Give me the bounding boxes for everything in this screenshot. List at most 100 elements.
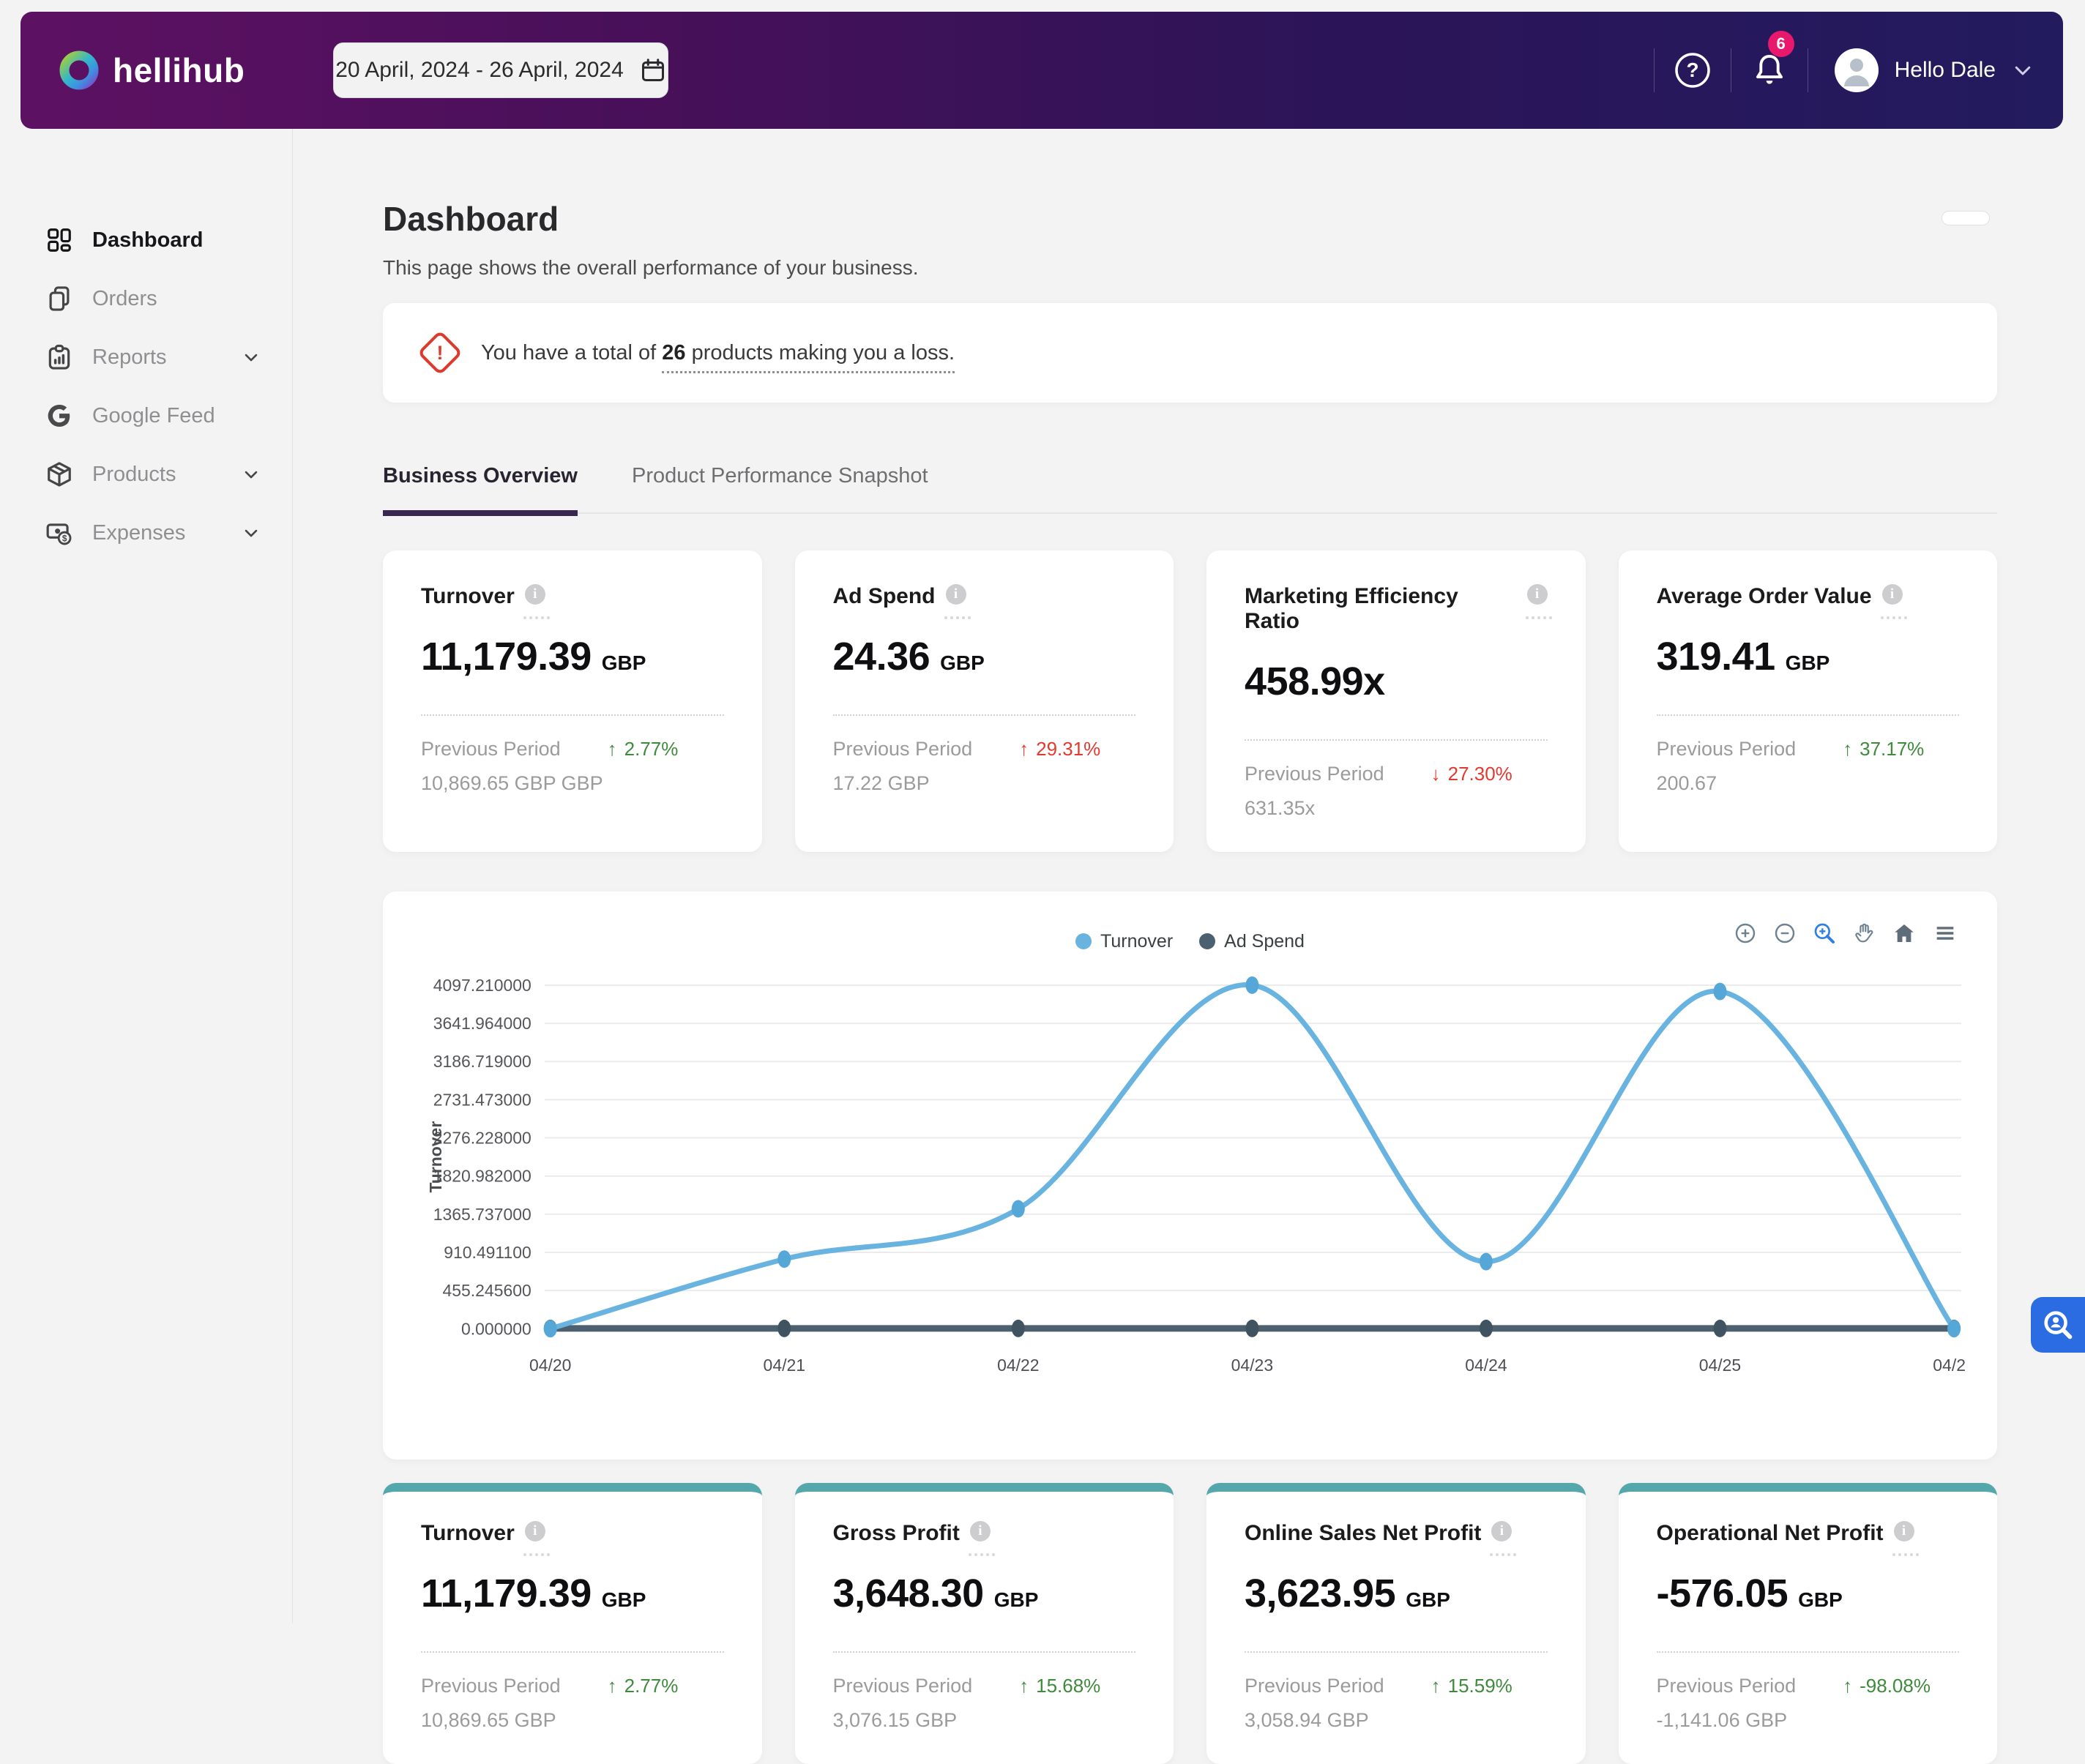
prev-period-value: 10,869.65 GBP GBP [421, 772, 603, 794]
calendar-icon [641, 59, 664, 81]
date-range-picker[interactable]: 20 April, 2024 - 26 April, 2024 [333, 42, 668, 98]
info-icon[interactable]: i [1881, 584, 1903, 605]
sidebar-item-google-feed[interactable]: Google Feed [0, 386, 292, 445]
date-range-value: 20 April, 2024 - 26 April, 2024 [335, 58, 624, 82]
svg-text:?: ? [1686, 59, 1698, 81]
brand-name: hellihub [113, 51, 245, 89]
trend-arrow-icon: ↑ [607, 738, 617, 760]
change-indicator: ↓ 27.30% [1431, 763, 1513, 785]
prev-period-value: 3,076.15 GBP [832, 1709, 958, 1732]
kpi-value: 3,623.95 [1245, 1571, 1396, 1616]
kpi-title: Turnover [421, 584, 515, 608]
kpi-unit: GBP [601, 651, 646, 674]
zoom-in-icon[interactable] [1734, 922, 1757, 945]
info-icon[interactable]: i [969, 1521, 991, 1542]
dotted-divider [832, 714, 1135, 716]
notifications-button[interactable]: 6 [1731, 31, 1808, 89]
svg-text:04/21: 04/21 [764, 1356, 805, 1375]
change-percent: 27.30% [1447, 763, 1513, 785]
menu-icon[interactable] [1933, 921, 1958, 946]
kpi-card-gross-profit: Gross Profit i 3,648.30 GBP Previous Per… [794, 1483, 1174, 1764]
sidebar-item-orders[interactable]: Orders [0, 269, 292, 328]
turnover-line-chart[interactable]: 4097.210000 3641.964000 3186.719000 2731.47… [415, 963, 1975, 1431]
kpi-value: 11,179.39 [421, 635, 592, 679]
dotted-divider [1656, 714, 1959, 716]
svg-text:04/20: 04/20 [529, 1356, 571, 1375]
zoom-out-icon[interactable] [1773, 922, 1797, 945]
change-indicator: ↑ 15.59% [1431, 1675, 1513, 1697]
kpi-unit: GBP [940, 651, 985, 674]
notification-badge: 6 [1767, 31, 1794, 57]
prev-period-value: -1,141.06 GBP [1656, 1709, 1788, 1732]
kpi-value: -576.05 [1656, 1571, 1789, 1616]
legend-item-ad-spend[interactable]: Ad Spend [1199, 931, 1305, 952]
change-indicator: ↑ 37.17% [1843, 738, 1924, 760]
trend-arrow-icon: ↑ [1843, 738, 1853, 760]
trend-arrow-icon: ↓ [1431, 763, 1441, 785]
hellihub-ring-icon [59, 51, 99, 90]
kpi-title: Average Order Value [1656, 584, 1872, 608]
help-button[interactable]: ? [1655, 51, 1731, 89]
google-g-icon [48, 404, 70, 427]
dotted-divider [1245, 1651, 1548, 1653]
user-greeting: Hello Dale [1894, 58, 1996, 82]
svg-text:2276.228000: 2276.228000 [433, 1129, 531, 1148]
legend-item-turnover[interactable]: Turnover [1075, 931, 1173, 952]
sidebar-item-expenses[interactable]: $ Expenses [0, 504, 292, 562]
legend-label: Ad Spend [1224, 930, 1305, 952]
user-menu[interactable]: Hello Dale [1808, 48, 2034, 92]
search-assist-fab[interactable] [2031, 1297, 2085, 1353]
kpi-value: 3,648.30 [832, 1571, 985, 1616]
prev-period-label: Previous Period [832, 738, 973, 760]
loss-products-link[interactable]: 26 products making you a loss. [662, 340, 955, 373]
sidebar-item-label: Reports [92, 345, 167, 369]
sidebar-item-label: Google Feed [92, 403, 215, 427]
info-icon[interactable]: i [945, 584, 966, 605]
prev-period-label: Previous Period [1245, 763, 1384, 785]
alert-suffix: products making you a loss. [685, 340, 955, 365]
info-icon[interactable]: i [524, 584, 545, 605]
kpi-unit: GBP [1798, 1588, 1843, 1612]
change-indicator: ↑ 15.68% [1019, 1675, 1100, 1697]
legend-dot-ad-spend [1199, 933, 1216, 949]
orders-copy-icon [49, 286, 70, 311]
tab-business-overview[interactable]: Business Overview [383, 464, 578, 516]
kpi-card-marketing-efficiency-ratio: Marketing Efficiency Ratio i 458.99x Pre… [1206, 550, 1586, 852]
selection-zoom-icon[interactable] [1813, 922, 1836, 945]
change-percent: 15.59% [1447, 1675, 1513, 1697]
prev-period-label: Previous Period [1656, 738, 1797, 760]
reset-home-icon[interactable] [1892, 921, 1917, 946]
alert-count: 26 [662, 340, 686, 365]
kpi-value: 11,179.39 [421, 1571, 592, 1616]
svg-text:04/26: 04/26 [1933, 1356, 1965, 1375]
change-indicator: ↑ -98.08% [1843, 1675, 1931, 1697]
collapsed-toggle-pill[interactable] [1942, 211, 1990, 225]
info-icon[interactable]: i [1526, 584, 1548, 605]
main-content: Dashboard This page shows the overall pe… [294, 129, 2085, 1764]
money-expense-icon: $ [46, 523, 72, 545]
sidebar-item-reports[interactable]: Reports [0, 328, 292, 386]
dashboard-grid-icon [48, 228, 71, 252]
change-percent: 37.17% [1860, 738, 1925, 760]
svg-text:04/23: 04/23 [1231, 1356, 1273, 1375]
info-icon[interactable]: i [524, 1521, 545, 1542]
info-icon[interactable]: i [1491, 1521, 1513, 1542]
chart-toolbar [1734, 921, 1958, 946]
prev-period-value: 17.22 GBP [832, 772, 930, 794]
info-dots [944, 616, 971, 619]
info-dots [1525, 616, 1552, 619]
trend-arrow-icon: ↑ [1019, 1675, 1029, 1697]
sidebar-item-products[interactable]: Products [0, 445, 292, 504]
info-icon[interactable]: i [1893, 1521, 1914, 1542]
pan-hand-icon[interactable] [1852, 922, 1876, 945]
prev-period-value: 3,058.94 GBP [1245, 1709, 1369, 1732]
change-percent: 2.77% [624, 738, 679, 760]
svg-text:0.000000: 0.000000 [461, 1319, 531, 1338]
prev-period-value: 200.67 [1656, 772, 1717, 794]
legend-dot-turnover [1075, 933, 1092, 949]
sidebar-item-dashboard[interactable]: Dashboard [0, 211, 292, 269]
tab-product-performance-snapshot[interactable]: Product Performance Snapshot [632, 464, 928, 512]
chevron-down-icon [245, 471, 258, 479]
change-percent: 29.31% [1036, 738, 1101, 760]
kpi-title: Ad Spend [832, 584, 936, 608]
